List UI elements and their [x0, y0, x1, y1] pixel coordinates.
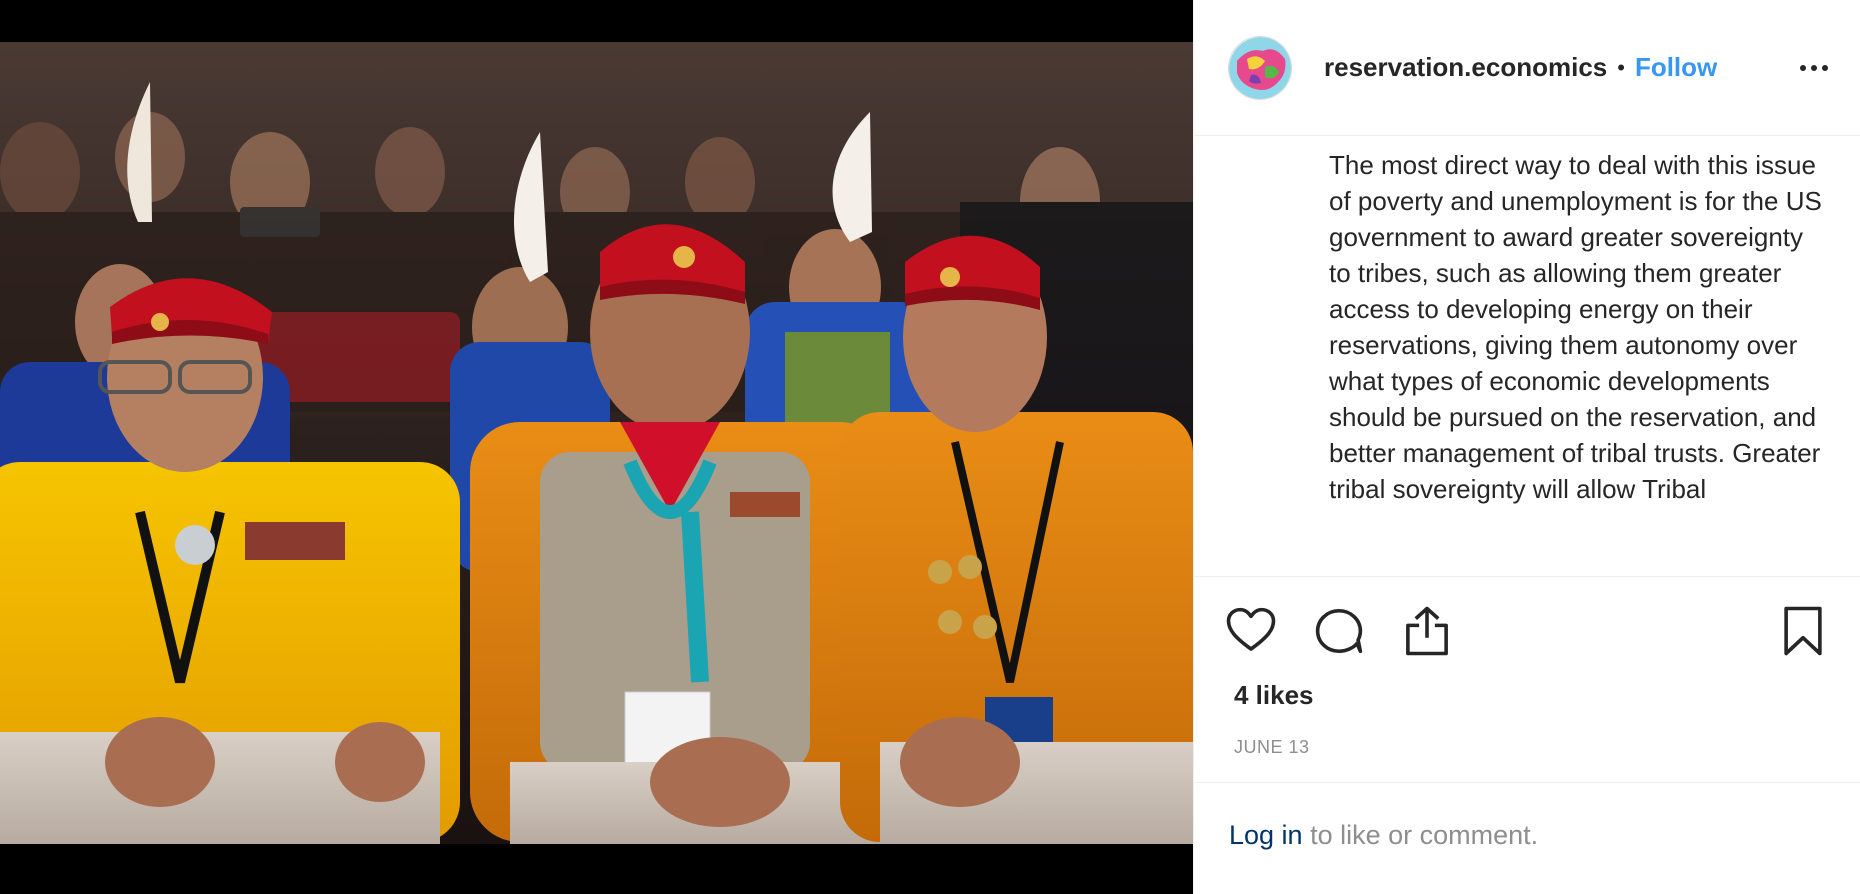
post-date: JUNE 13 [1234, 737, 1310, 757]
username[interactable]: reservation.economics [1324, 52, 1607, 83]
avatar[interactable] [1228, 35, 1292, 100]
comment-icon[interactable] [1312, 604, 1366, 658]
heart-icon[interactable] [1224, 604, 1278, 658]
post-caption: The most direct way to deal with this is… [1329, 150, 1822, 504]
caption-scroll-area[interactable]: The most direct way to deal with this is… [1194, 137, 1860, 577]
post-photo[interactable] [0, 42, 1193, 844]
more-icon[interactable] [1800, 57, 1828, 79]
share-icon[interactable] [1400, 604, 1454, 658]
likes-count[interactable]: 4 likes [1234, 680, 1314, 711]
follow-button[interactable]: Follow [1635, 52, 1717, 83]
more-dot [1811, 64, 1817, 71]
separator-dot: • [1617, 54, 1625, 80]
login-link[interactable]: Log in [1229, 820, 1303, 850]
bookmark-icon[interactable] [1776, 604, 1830, 658]
login-prompt: Log in to like or comment. [1229, 820, 1538, 851]
post-media [0, 0, 1193, 894]
post-panel: reservation.economics • Follow The most … [1193, 0, 1860, 894]
login-prompt-text: to like or comment. [1302, 820, 1539, 850]
post-header: reservation.economics • Follow [1194, 0, 1860, 136]
more-dot [1822, 64, 1828, 71]
divider [1194, 782, 1860, 783]
more-dot [1800, 64, 1806, 71]
action-bar [1224, 598, 1830, 664]
